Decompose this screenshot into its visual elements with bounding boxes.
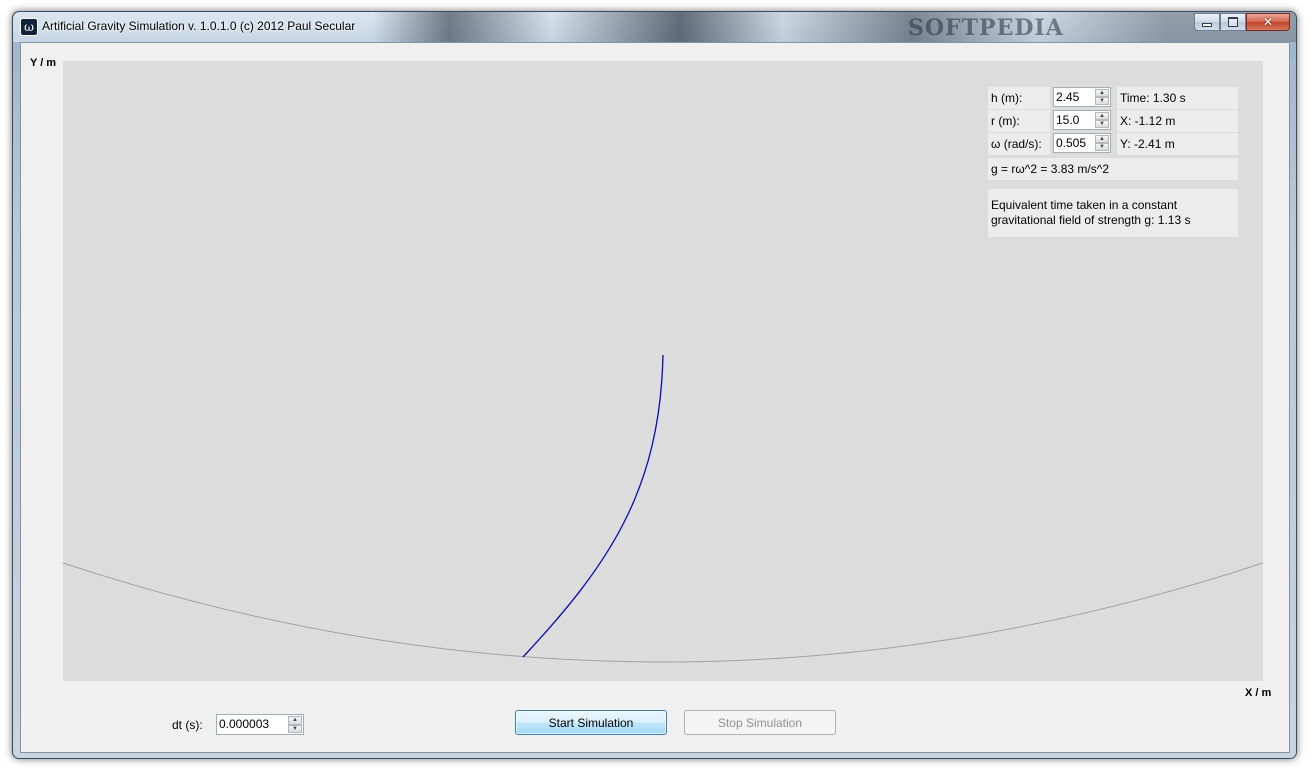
omega-label: ω (rad/s): xyxy=(988,133,1050,155)
h-label: h (m): xyxy=(988,87,1050,109)
y-position-readout: Y: -2.41 m xyxy=(1117,133,1238,155)
r-up-arrow-icon[interactable]: ▲ xyxy=(1095,112,1109,120)
equivalent-time-line-1: Equivalent time taken in a constant xyxy=(991,198,1178,212)
dt-spinner-buttons: ▲ ▼ xyxy=(288,716,302,733)
stop-simulation-button[interactable]: Stop Simulation xyxy=(684,710,836,735)
dt-label: dt (s): xyxy=(172,718,203,732)
y-axis-label: Y / m xyxy=(30,57,57,69)
close-button[interactable]: ✕ xyxy=(1246,13,1290,31)
client-area: Y / m X / m h (m): 2.45 ▲ ▼ Time: 1.30 s… xyxy=(20,42,1290,753)
r-spinner[interactable]: 15.0 ▲ ▼ xyxy=(1053,110,1111,130)
simulation-plot xyxy=(63,354,1263,663)
minimize-icon xyxy=(1202,23,1212,27)
caption-buttons: ✕ xyxy=(1194,13,1290,31)
r-label: r (m): xyxy=(988,110,1050,132)
omega-spinner[interactable]: 0.505 ▲ ▼ xyxy=(1053,133,1111,153)
h-down-arrow-icon[interactable]: ▼ xyxy=(1095,97,1109,105)
omega-down-arrow-icon[interactable]: ▼ xyxy=(1095,143,1109,151)
equivalent-time-line-2: gravitational field of strength g: 1.13 … xyxy=(991,213,1191,227)
dt-spinner[interactable]: 0.000003 ▲ ▼ xyxy=(216,714,304,735)
close-icon: ✕ xyxy=(1262,15,1274,29)
simulation-canvas xyxy=(63,61,1263,681)
maximize-icon xyxy=(1228,17,1238,27)
dt-value[interactable]: 0.000003 xyxy=(219,717,269,731)
omega-up-arrow-icon[interactable]: ▲ xyxy=(1095,135,1109,143)
omega-app-icon[interactable]: ω xyxy=(20,18,38,36)
window-title: Artificial Gravity Simulation v. 1.0.1.0… xyxy=(42,19,356,33)
r-spinner-buttons: ▲ ▼ xyxy=(1095,112,1109,128)
x-axis-label: X / m xyxy=(1245,687,1272,699)
omega-value[interactable]: 0.505 xyxy=(1056,136,1086,150)
minimize-button[interactable] xyxy=(1194,13,1220,31)
x-position-readout: X: -1.12 m xyxy=(1117,110,1238,132)
app-window: ω Artificial Gravity Simulation v. 1.0.1… xyxy=(12,11,1297,759)
time-readout: Time: 1.30 s xyxy=(1117,87,1238,109)
object-trajectory xyxy=(522,354,664,658)
title-bar[interactable]: ω Artificial Gravity Simulation v. 1.0.1… xyxy=(13,12,1296,42)
softpedia-watermark: SOFTPEDIA xyxy=(908,15,1064,41)
h-spinner-buttons: ▲ ▼ xyxy=(1095,89,1109,105)
maximize-button[interactable] xyxy=(1220,13,1246,31)
r-down-arrow-icon[interactable]: ▼ xyxy=(1095,120,1109,128)
start-simulation-button[interactable]: Start Simulation xyxy=(515,710,667,735)
equivalent-time-note: Equivalent time taken in a constant grav… xyxy=(988,189,1238,237)
h-spinner[interactable]: 2.45 ▲ ▼ xyxy=(1053,87,1111,107)
g-formula: g = rω^2 = 3.83 m/s^2 xyxy=(988,158,1238,180)
r-value[interactable]: 15.0 xyxy=(1056,113,1079,127)
dt-down-arrow-icon[interactable]: ▼ xyxy=(288,724,302,733)
station-floor-arc xyxy=(63,562,1263,663)
h-up-arrow-icon[interactable]: ▲ xyxy=(1095,89,1109,97)
omega-spinner-buttons: ▲ ▼ xyxy=(1095,135,1109,151)
dt-up-arrow-icon[interactable]: ▲ xyxy=(288,716,302,725)
h-value[interactable]: 2.45 xyxy=(1056,90,1079,104)
